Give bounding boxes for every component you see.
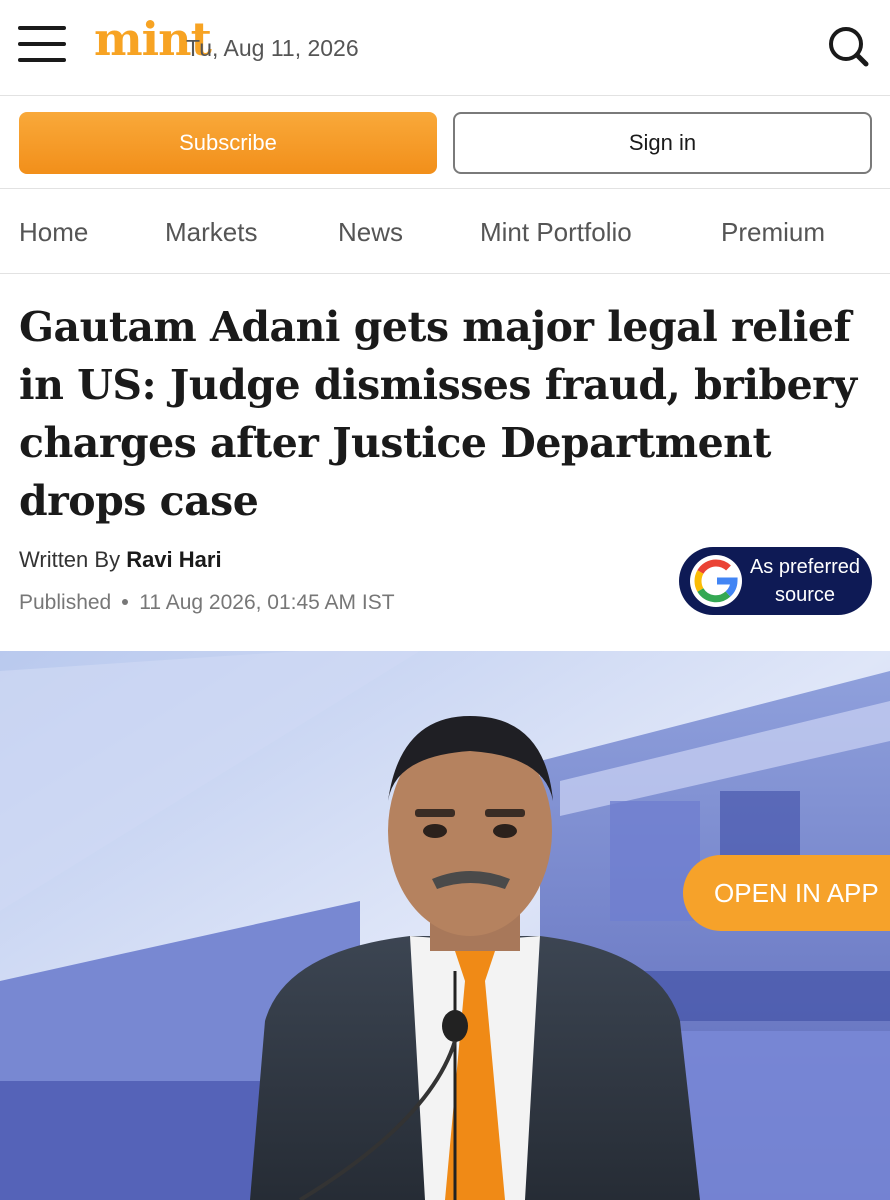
open-in-app-button[interactable]: OPEN IN APP xyxy=(683,855,890,931)
subscribe-button[interactable]: Subscribe xyxy=(19,112,437,174)
preferred-source-text: As preferred source xyxy=(741,553,869,609)
nav-item-markets[interactable]: Markets xyxy=(165,217,257,248)
preferred-source-badge[interactable]: As preferred source xyxy=(679,547,872,615)
preferred-source-line2: source xyxy=(774,584,836,606)
section-nav: Home Markets News Mint Portfolio Premium xyxy=(0,189,890,274)
nav-item-mint-portfolio[interactable]: Mint Portfolio xyxy=(480,217,632,248)
google-g-icon xyxy=(690,555,742,607)
written-by-label: Written By xyxy=(19,547,121,572)
nav-item-home[interactable]: Home xyxy=(19,217,88,248)
preferred-source-line1: As preferred xyxy=(749,556,861,578)
nav-item-news[interactable]: News xyxy=(338,217,403,248)
separator-dot xyxy=(122,599,129,605)
byline: Written By Ravi Hari xyxy=(19,547,222,573)
article-headline: Gautam Adani gets major legal relief in … xyxy=(19,303,857,525)
search-icon[interactable] xyxy=(826,24,870,68)
hamburger-menu-icon[interactable] xyxy=(18,24,66,64)
published-time: 11 Aug 2026, 01:45 AM IST xyxy=(139,591,395,614)
published-label: Published xyxy=(19,591,112,614)
header-date: Tu, Aug 11, 2026 xyxy=(186,35,359,61)
sign-in-button[interactable]: Sign in xyxy=(453,112,872,174)
auth-bar: Subscribe Sign in xyxy=(0,96,890,189)
nav-item-premium[interactable]: Premium xyxy=(721,217,825,248)
published-info: Published 11 Aug 2026, 01:45 AM IST xyxy=(19,591,395,615)
author-name[interactable]: Ravi Hari xyxy=(126,547,221,572)
top-bar: mint Tu, Aug 11, 2026 xyxy=(0,0,890,96)
